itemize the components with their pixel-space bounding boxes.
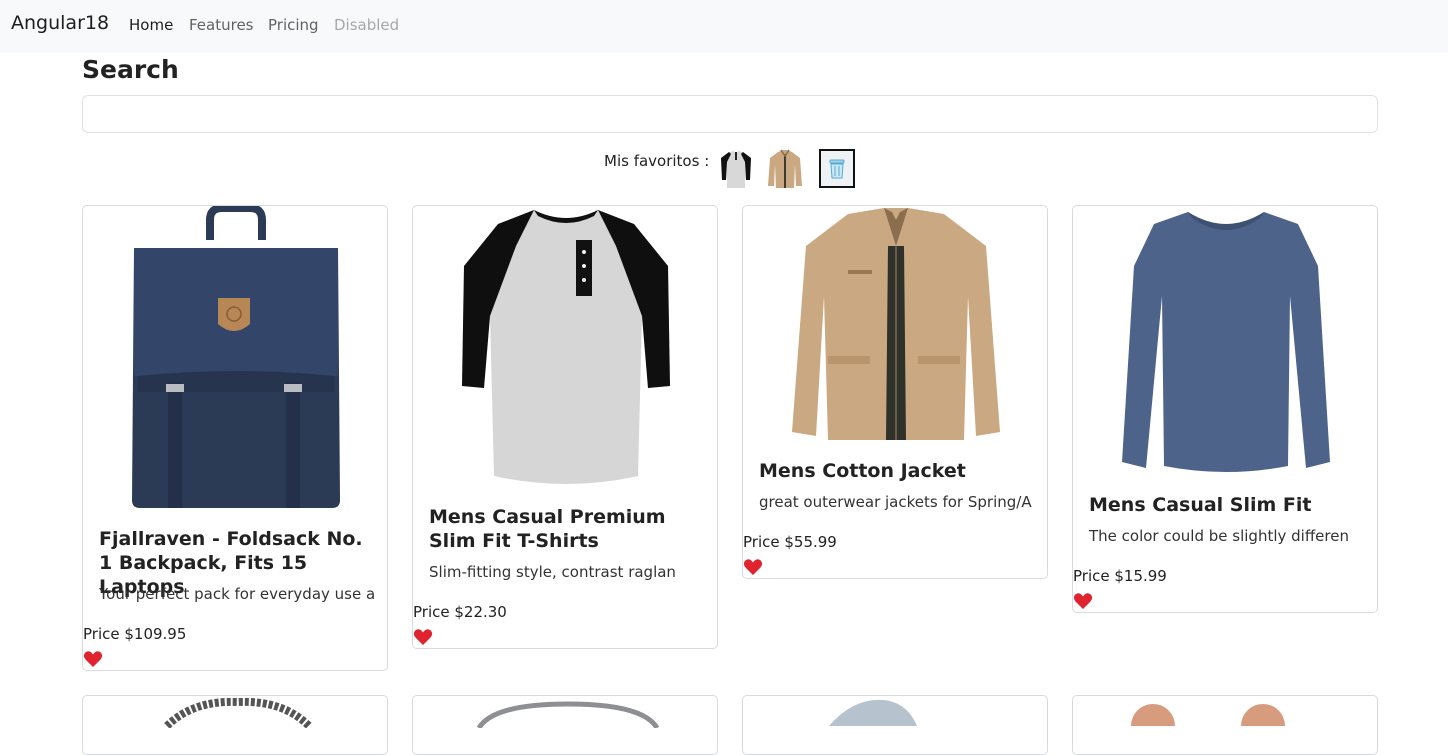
product-card[interactable]: Mens Casual Premium Slim Fit T-Shirts Sl…: [412, 205, 718, 649]
raglan-tshirt-thumbnail-icon: [721, 151, 751, 188]
product-card[interactable]: [412, 695, 718, 755]
favorite-item-tshirt[interactable]: [719, 148, 753, 190]
search-title: Search: [82, 55, 179, 84]
favorite-heart-icon[interactable]: [743, 557, 763, 577]
product-card[interactable]: [82, 695, 388, 755]
silver-ring-image: [476, 701, 660, 728]
nav-link-disabled: Disabled: [334, 16, 400, 34]
favorite-heart-icon[interactable]: [83, 649, 103, 669]
product-card[interactable]: Fjallraven - Foldsack No. 1 Backpack, Fi…: [82, 205, 388, 671]
product-price: Price $22.30: [413, 603, 507, 621]
nav-link-pricing[interactable]: Pricing: [268, 16, 319, 34]
nav-link-home[interactable]: Home: [129, 16, 173, 34]
product-description: Your perfect pack for everyday use a: [99, 585, 374, 603]
product-price: Price $109.95: [83, 625, 187, 643]
product-description: Slim-fitting style, contrast raglan: [429, 563, 676, 581]
product-card[interactable]: [742, 695, 1048, 755]
product-title: Mens Cotton Jacket: [759, 460, 966, 482]
favorites-label: Mis favoritos :: [604, 152, 710, 170]
navbar-brand[interactable]: Angular18: [11, 12, 109, 34]
navy-backpack-image: [132, 206, 340, 508]
product-title: Mens Casual Premium Slim Fit T-Shirts: [429, 506, 666, 552]
nav-link-features[interactable]: Features: [189, 16, 254, 34]
bracelet-image: [164, 698, 312, 728]
trash-icon: [829, 159, 845, 178]
product-price: Price $15.99: [1073, 567, 1167, 585]
clear-favorites-button[interactable]: [819, 149, 855, 188]
product-card[interactable]: Mens Cotton Jacket great outerwear jacke…: [742, 205, 1048, 579]
navbar: Angular18 Home Features Pricing Disabled: [0, 0, 1448, 53]
raglan-tshirt-image: [462, 210, 670, 484]
product-description: great outerwear jackets for Spring/A: [759, 493, 1032, 511]
blue-longsleeve-image: [1122, 212, 1330, 472]
product-card[interactable]: Mens Casual Slim Fit The color could be …: [1072, 205, 1378, 613]
product-title: Mens Casual Slim Fit: [1089, 494, 1312, 516]
favorite-heart-icon[interactable]: [413, 627, 433, 647]
cotton-jacket-thumbnail-icon: [768, 149, 802, 188]
search-input[interactable]: [82, 95, 1378, 133]
favorite-item-jacket[interactable]: [766, 148, 802, 190]
cotton-jacket-image: [792, 208, 1000, 440]
rose-gold-earrings-image: [1131, 704, 1285, 726]
product-description: The color could be slightly differen: [1089, 527, 1349, 545]
product-price: Price $55.99: [743, 533, 837, 551]
favorite-heart-icon[interactable]: [1073, 591, 1093, 611]
diamond-ring-image: [829, 699, 917, 726]
product-card[interactable]: [1072, 695, 1378, 755]
